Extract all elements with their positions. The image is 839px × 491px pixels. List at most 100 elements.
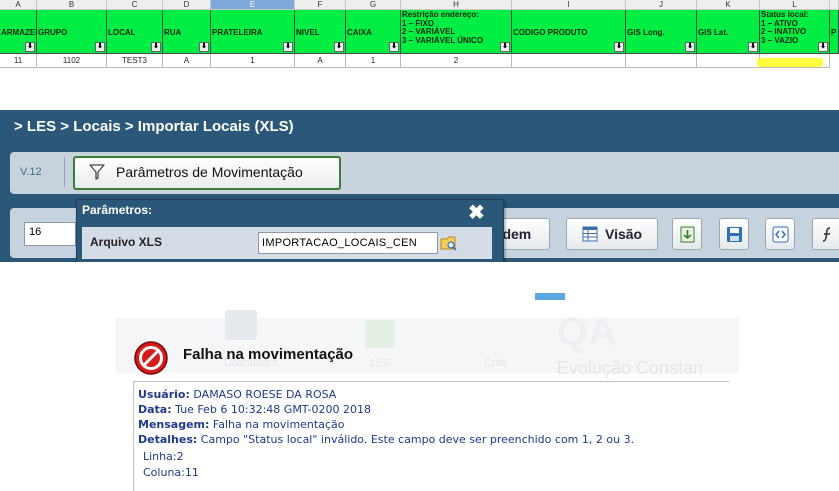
header-gis-lat: GIS Lat. ⬇ (697, 10, 760, 54)
details-label: Detalhes: (138, 433, 198, 446)
les-tile-icon (365, 320, 395, 348)
col-letter-e[interactable]: E (211, 0, 295, 10)
col-letter-m[interactable] (830, 0, 839, 10)
column-number: Coluna:11 (143, 466, 199, 479)
save-icon (727, 227, 742, 242)
cell-codigo-produto[interactable] (512, 54, 626, 68)
filter-dropdown-icon[interactable]: ⬇ (748, 42, 758, 52)
cell-restricao[interactable]: 2 (401, 54, 512, 68)
dashboard-tile-icon (225, 310, 257, 340)
message-line: Mensagem: Falha na movimentação (138, 418, 344, 431)
user-label: Usuário: (138, 388, 190, 401)
header-label-multiline: Status local: 1 – ATIVO 2 – INATIVO 3 – … (761, 10, 809, 45)
header-line: 3 – VAZIO (761, 35, 799, 45)
popup-title: Parâmetros: (82, 203, 153, 217)
header-label: PRATELEIRA (212, 28, 263, 37)
header-label: P (831, 28, 837, 37)
cell-caixa[interactable]: 1 (346, 54, 401, 68)
filter-dropdown-icon[interactable]: ⬇ (818, 42, 828, 52)
header-gis-long: GIS Long. ⬇ (626, 10, 697, 54)
ghost-slogan: Evolução Constan (557, 358, 704, 378)
header-status-local: Status local: 1 – ATIVO 2 – INATIVO 3 – … (760, 10, 830, 54)
message-value: Falha na movimentação (212, 418, 345, 431)
close-icon[interactable]: ✖ (468, 200, 485, 225)
folder-search-icon[interactable] (440, 234, 458, 252)
filter-dropdown-icon[interactable]: ⬇ (25, 42, 35, 52)
divider (64, 157, 65, 187)
filter-dropdown-icon[interactable]: ⬇ (283, 42, 293, 52)
header-caixa: CAIXA ⬇ (346, 10, 401, 54)
header-label: GIS Long. (627, 28, 665, 37)
spreadsheet: A B C D E F G H I J K L ARMAZEM ⬇ GRUPO … (0, 0, 839, 78)
ghost-crite-label: Crite (484, 357, 508, 369)
header-grupo: GRUPO ⬇ (37, 10, 107, 54)
version-label: V.12 (20, 166, 42, 178)
header-codigo-produto: CODIGO PRODUTO ⬇ (512, 10, 626, 54)
header-label: GIS Lat. (698, 28, 729, 37)
line-number: Linha:2 (143, 450, 184, 463)
cell-rua[interactable]: A (163, 54, 211, 68)
ghost-brand: QA (557, 310, 617, 354)
date-label: Data: (138, 403, 172, 416)
number-input[interactable]: 16 (24, 222, 76, 246)
filter-dropdown-icon[interactable]: ⬇ (389, 42, 399, 52)
header-restricao: Restrição endereço: 1 – FIXO 2 – VARIÁVE… (401, 10, 512, 54)
filter-dropdown-icon[interactable]: ⬇ (685, 42, 695, 52)
header-label: NIVEL (296, 28, 320, 37)
formula-icon (822, 227, 831, 242)
scroll-indicator (535, 293, 565, 300)
file-input[interactable]: IMPORTACAO_LOCAIS_CEN (258, 232, 438, 254)
cell-local[interactable]: TEST3 (107, 54, 163, 68)
dialog-title: Falha na movimentação (183, 346, 354, 363)
cell-prateleira[interactable]: 1 (211, 54, 295, 68)
highlight-marker (757, 58, 823, 67)
visao-button-label: Visão (605, 226, 643, 242)
col-letter-h[interactable]: H (401, 0, 512, 10)
user-line: Usuário: DAMASO ROESE DA ROSA (138, 388, 336, 401)
header-local: LOCAL ⬇ (107, 10, 163, 54)
filter-dropdown-icon[interactable]: ⬇ (151, 42, 161, 52)
cell-gis-long[interactable] (626, 54, 697, 68)
header-label: ARMAZEM (1, 28, 42, 37)
col-letter-b[interactable]: B (37, 0, 107, 10)
col-letter-d[interactable]: D (163, 0, 211, 10)
header-armazem: ARMAZEM ⬇ (0, 10, 42, 54)
filter-dropdown-icon[interactable]: ⬇ (614, 42, 624, 52)
filter-dropdown-icon[interactable]: ⬇ (500, 42, 510, 52)
col-letter-g[interactable]: G (346, 0, 401, 10)
formula-button[interactable] (812, 218, 839, 250)
col-letter-f[interactable]: F (295, 0, 346, 10)
cell-grupo[interactable]: 1102 (37, 54, 107, 68)
spacer (0, 262, 839, 300)
cell-gis-lat[interactable] (697, 54, 760, 68)
header-prateleira: PRATELEIRA ⬇ (211, 10, 295, 54)
details-value: Campo "Status local" inválido. Este camp… (200, 433, 635, 446)
date-line: Data: Tue Feb 6 10:32:48 GMT-0200 2018 (138, 403, 371, 416)
filter-dropdown-icon[interactable]: ⬇ (199, 42, 209, 52)
export-button[interactable] (672, 218, 702, 250)
error-stop-icon (134, 341, 168, 375)
col-letter-a[interactable]: A (0, 0, 37, 10)
filter-dropdown-icon[interactable]: ⬇ (95, 42, 105, 52)
header-label-multiline: Restrição endereço: 1 – FIXO 2 – VARIÁVE… (402, 10, 484, 45)
filter-dropdown-icon[interactable]: ⬇ (334, 42, 344, 52)
header-label: RUA (164, 28, 182, 37)
cell-nivel[interactable]: A (295, 54, 346, 68)
code-icon (772, 226, 789, 243)
message-label: Mensagem: (138, 418, 210, 431)
header-partial: P (830, 10, 839, 54)
code-button[interactable] (765, 218, 795, 250)
col-letter-i[interactable]: I (512, 0, 626, 10)
header-line: 3 – VARIÁVEL ÚNICO (402, 35, 484, 45)
col-letter-k[interactable]: K (697, 0, 760, 10)
header-label: CODIGO PRODUTO (513, 28, 588, 37)
header-label: GRUPO (38, 28, 68, 37)
save-button[interactable] (719, 218, 749, 250)
col-letter-l[interactable]: L (760, 0, 830, 10)
col-letter-j[interactable]: J (626, 0, 697, 10)
header-label: CAIXA (347, 28, 372, 37)
cell-armazem[interactable]: 11 (0, 54, 37, 68)
file-label: Arquivo XLS (90, 235, 163, 249)
export-icon (680, 226, 695, 243)
col-letter-c[interactable]: C (107, 0, 163, 10)
